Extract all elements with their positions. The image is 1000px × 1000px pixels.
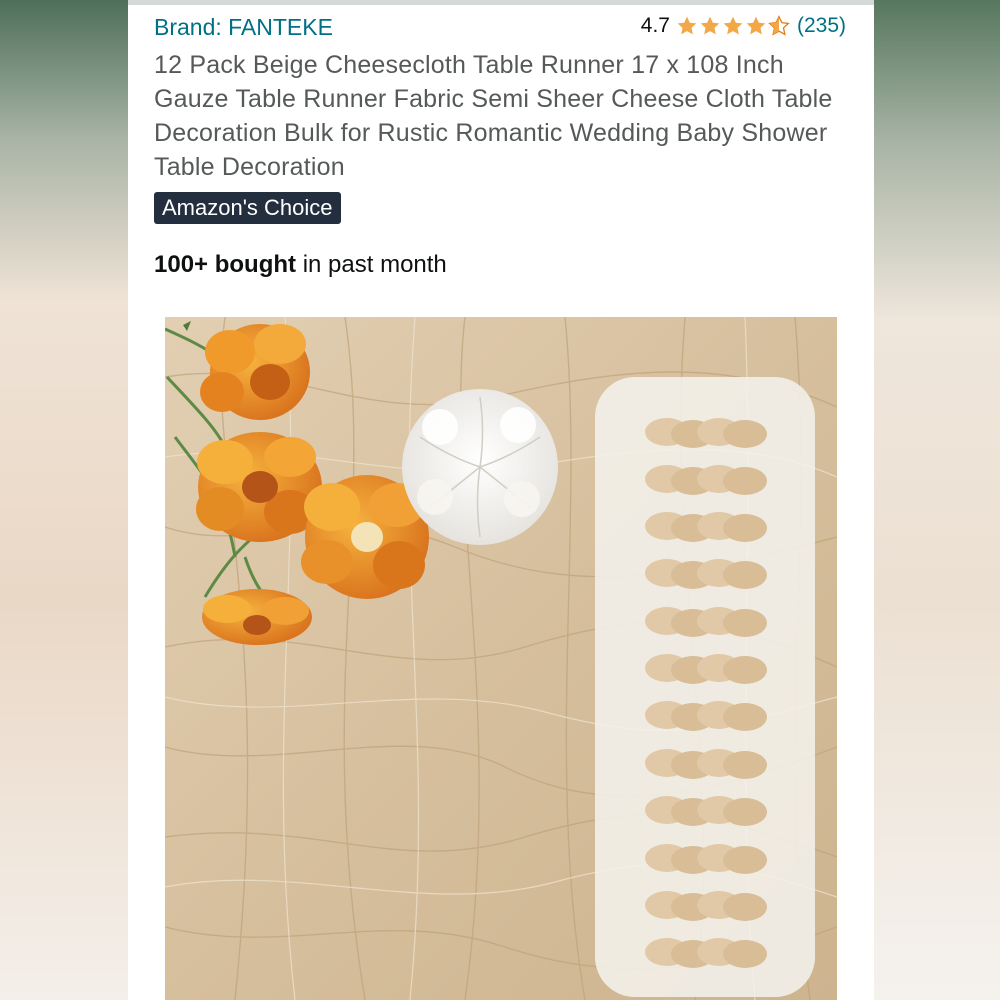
star-icon [700, 16, 720, 35]
rating-count-link[interactable]: (235) [797, 14, 846, 38]
rating-score: 4.7 [640, 14, 670, 37]
product-image[interactable] [165, 317, 837, 1000]
product-card: Brand: FANTEKE 4.7 (235) 12 Pack Beige C… [128, 0, 874, 1000]
bought-in-past-month: 100+ bought in past month [154, 251, 447, 279]
star-rating [676, 15, 791, 37]
brand-link[interactable]: Brand: FANTEKE [154, 14, 333, 41]
background-left-blur [0, 0, 128, 1000]
bought-period: in past month [296, 251, 447, 278]
rating-summary[interactable]: 4.7 (235) [641, 14, 846, 38]
amazons-choice-badge: Amazon's Choice [154, 192, 341, 224]
white-chrysanthemum [402, 389, 558, 545]
background-right-blur [874, 0, 1000, 1000]
star-icon [746, 16, 766, 35]
card-top-divider [128, 0, 874, 5]
product-title[interactable]: 12 Pack Beige Cheesecloth Table Runner 1… [154, 48, 854, 184]
bought-count: 100+ bought [154, 251, 297, 278]
half-star-icon [768, 15, 790, 36]
star-icon [677, 16, 697, 35]
star-icon [723, 16, 743, 35]
